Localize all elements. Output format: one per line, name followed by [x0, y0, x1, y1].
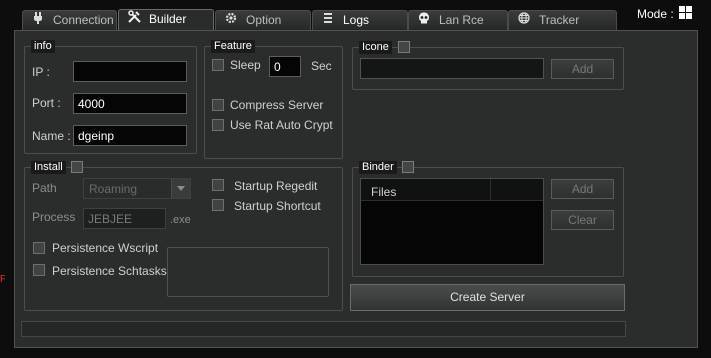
feature-legend: Feature — [211, 40, 255, 53]
list-icon — [321, 12, 335, 31]
tab-connection[interactable]: Connection — [22, 10, 117, 30]
compress-server-label: Compress Server — [230, 98, 324, 112]
port-label: Port : — [32, 96, 61, 110]
binder-enable-checkbox[interactable] — [402, 161, 414, 173]
tab-builder[interactable]: Builder — [118, 9, 214, 31]
tab-option[interactable]: Option — [215, 10, 311, 30]
path-select-value: Roaming — [89, 182, 138, 196]
gear-icon — [224, 12, 238, 31]
info-legend: info — [31, 40, 55, 53]
tab-logs[interactable]: Logs — [312, 10, 408, 30]
binder-file-list[interactable]: Files — [360, 178, 544, 265]
icon-add-button[interactable]: Add — [551, 59, 614, 79]
plug-icon — [31, 12, 45, 31]
tab-label: Option — [246, 13, 282, 27]
sleep-input[interactable] — [269, 56, 301, 77]
auto-crypt-label: Use Rat Auto Crypt — [230, 118, 333, 132]
sleep-checkbox[interactable] — [212, 59, 224, 71]
create-server-button[interactable]: Create Server — [350, 284, 625, 311]
tab-label: Lan Rce — [439, 13, 484, 27]
binder-add-button[interactable]: Add — [551, 179, 614, 199]
files-column-header[interactable]: Files — [361, 179, 491, 201]
install-legend: Install — [31, 161, 66, 174]
persistence-wscript-checkbox[interactable] — [33, 242, 45, 254]
install-enable-checkbox[interactable] — [71, 161, 83, 173]
name-input[interactable] — [73, 125, 187, 146]
ip-label: IP : — [32, 65, 50, 79]
install-preview-box — [167, 247, 329, 297]
auto-crypt-checkbox[interactable] — [212, 119, 224, 131]
blank-column-header — [491, 179, 543, 201]
tab-tracker[interactable]: Tracker — [508, 10, 617, 30]
edge-marker: F — [0, 275, 5, 285]
tab-label: Builder — [149, 12, 187, 26]
tab-label: Tracker — [539, 13, 580, 27]
skull-icon — [417, 12, 431, 31]
process-input[interactable] — [83, 208, 166, 229]
icone-enable-checkbox[interactable] — [398, 41, 410, 53]
port-input[interactable] — [73, 93, 187, 114]
startup-shortcut-checkbox[interactable] — [212, 199, 224, 211]
process-label: Process — [32, 210, 76, 224]
icon-path-input[interactable] — [360, 58, 544, 79]
globe-icon — [517, 12, 531, 31]
chevron-down-icon[interactable] — [171, 179, 190, 198]
compress-server-checkbox[interactable] — [212, 99, 224, 111]
binder-clear-button[interactable]: Clear — [551, 210, 614, 230]
sleep-unit: Sec — [311, 59, 332, 73]
startup-shortcut-label: Startup Shortcut — [234, 199, 321, 213]
persistence-schtasks-label: Persistence Schtasks — [52, 264, 167, 278]
binder-legend: Binder — [359, 161, 397, 174]
persistence-schtasks-checkbox[interactable] — [33, 264, 45, 276]
tab-lan-rce[interactable]: Lan Rce — [408, 10, 508, 30]
process-extension: .exe — [170, 214, 191, 226]
startup-regedit-label: Startup Regedit — [234, 179, 318, 193]
tab-label: Connection — [53, 13, 114, 27]
build-progress-bar — [21, 321, 626, 337]
persistence-wscript-label: Persistence Wscript — [52, 241, 159, 255]
ip-input[interactable] — [73, 61, 187, 82]
tab-label: Logs — [343, 13, 370, 27]
startup-regedit-checkbox[interactable] — [212, 179, 224, 191]
path-select[interactable]: Roaming — [83, 178, 191, 199]
tools-icon — [127, 10, 141, 30]
sleep-label: Sleep — [230, 58, 261, 72]
name-label: Name : — [32, 129, 71, 143]
icone-legend: Icone — [359, 41, 392, 54]
mode-label: Mode : — [637, 7, 674, 21]
files-column-label: Files — [371, 185, 397, 199]
windows-icon[interactable] — [679, 6, 693, 20]
path-label: Path — [32, 181, 57, 195]
